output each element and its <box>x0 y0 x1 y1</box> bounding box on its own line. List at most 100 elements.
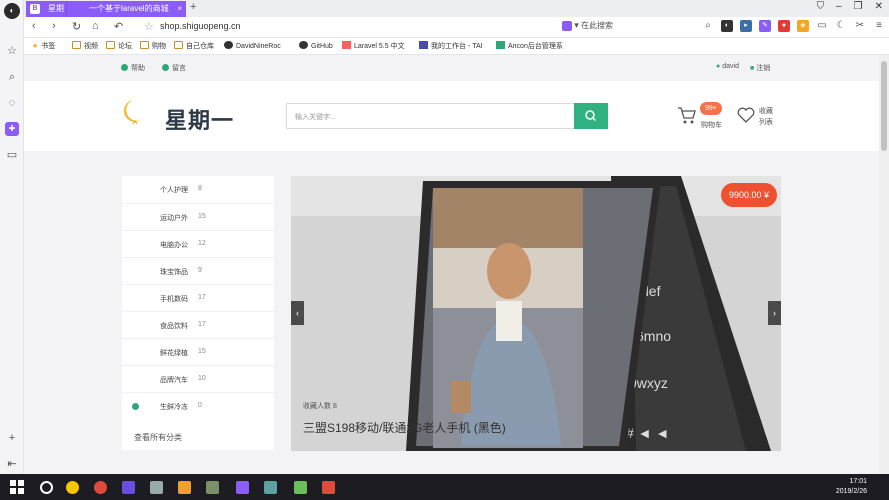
banner-product-title[interactable]: 三盟S198移动/联通2G老人手机 (黑色) <box>303 419 506 436</box>
banner-prev-button[interactable]: ‹ <box>291 301 304 325</box>
browser-search[interactable]: ▾ 在此搜索 <box>562 20 667 34</box>
category-list: 个人护理 8 运动户外 15 电脑办公 12 珠宝饰品 9 手机数码 17 食品饮料 17 … <box>122 176 274 450</box>
tab-1[interactable]: B 星期 <box>26 1 66 17</box>
close-window-icon[interactable]: ✕ <box>875 1 883 12</box>
wechat-icon[interactable] <box>150 481 163 494</box>
user-avatar[interactable]: ◐ <box>4 3 20 19</box>
close-tab-icon[interactable]: × <box>177 1 182 17</box>
back-icon[interactable]: ‹ <box>32 20 36 32</box>
all-categories-link[interactable]: 查看所有分类 <box>134 432 182 443</box>
ext-stop-icon[interactable]: ● <box>778 20 790 32</box>
cart-icon <box>678 107 696 124</box>
cart-label: 购物车 <box>701 122 722 129</box>
undo-icon[interactable]: ↶ <box>114 20 123 33</box>
app-icon[interactable] <box>264 481 277 494</box>
clock-date: 2019/2/26 <box>835 488 867 495</box>
folder-icon <box>106 41 115 49</box>
url-field[interactable]: shop.shiguopeng.cn <box>160 21 241 31</box>
star-icon[interactable]: ☆ <box>5 44 19 58</box>
extension-icon[interactable]: ✚ <box>5 122 19 136</box>
bookmark-item[interactable]: DavidNineRoc <box>224 41 281 50</box>
svg-text:# ◄ ◄: # ◄ ◄ <box>626 425 669 441</box>
chrome-icon[interactable] <box>94 481 107 494</box>
night-mode-icon[interactable]: ☾ <box>835 20 847 32</box>
windows-start-icon[interactable] <box>10 480 24 494</box>
search-button[interactable] <box>574 103 608 129</box>
cortana-icon[interactable] <box>40 481 53 494</box>
bookmark-item[interactable]: 购物 <box>140 41 166 51</box>
category-item[interactable]: 运动户外 15 <box>122 203 274 230</box>
browser-sidebar: ◐ ☆ ⌕ ◌ ✚ ▭ + ⇤ <box>0 0 24 474</box>
add-icon[interactable]: + <box>5 431 19 445</box>
reload-icon[interactable]: ↻ <box>72 20 81 33</box>
magnifier-icon[interactable]: ⌕ <box>702 20 714 32</box>
bookmark-item[interactable]: ★ 书签 <box>32 41 55 51</box>
help-icon <box>121 64 128 71</box>
browser-taskbar-icon[interactable] <box>122 481 135 494</box>
ext-arrow-icon[interactable]: ▸ <box>740 20 752 32</box>
ext-ghost-icon[interactable]: ◐ <box>721 20 733 32</box>
tab-1-label: 星期 <box>48 4 64 13</box>
product-banner[interactable]: def 6mno 9wxyz # ◄ ◄ 9900.00 ¥ ‹ › 收藏人数 … <box>291 176 781 451</box>
favorites-button[interactable]: 收藏 列表 <box>736 105 786 135</box>
logout-icon: ■ <box>750 65 755 72</box>
site-brand[interactable]: 星期一 <box>165 103 234 135</box>
category-item-active[interactable]: 生鲜冷冻 0 <box>122 392 274 419</box>
windows-taskbar: 17:01 2019/2/26 <box>0 474 889 500</box>
help-link[interactable]: 帮助 <box>121 63 145 73</box>
ext-game-icon[interactable]: ◈ <box>797 20 809 32</box>
bookmark-item[interactable]: GitHub <box>299 41 333 50</box>
app-icon[interactable] <box>294 481 307 494</box>
home-icon[interactable]: ⌂ <box>92 20 99 32</box>
app-icon[interactable] <box>322 481 335 494</box>
user-link[interactable]: ● david <box>716 63 739 70</box>
category-item[interactable]: 手机数码 17 <box>122 284 274 311</box>
scroll-thumb[interactable] <box>881 61 887 151</box>
bookmark-star-icon[interactable]: ☆ <box>144 20 154 33</box>
phpstorm-icon[interactable] <box>236 481 249 494</box>
forward-icon[interactable]: › <box>52 20 56 32</box>
minimize-icon[interactable]: – <box>836 1 842 12</box>
category-item[interactable]: 鲜花绿植 15 <box>122 338 274 365</box>
screen-icon[interactable]: ▭ <box>5 148 19 162</box>
menu-icon[interactable]: ≡ <box>873 20 885 32</box>
app-icon[interactable] <box>66 481 79 494</box>
tab-2[interactable]: 一个基于laravel的商城 × <box>66 1 186 17</box>
category-item[interactable]: 电脑办公 12 <box>122 230 274 257</box>
bookmark-item[interactable]: Ancon后台管理系 <box>496 41 563 51</box>
message-link[interactable]: 留言 <box>162 63 186 73</box>
scissors-icon[interactable]: ✂ <box>854 20 866 32</box>
bookmark-item[interactable]: 视频 <box>72 41 98 51</box>
browser-search-label: 在此搜索 <box>581 21 613 30</box>
moon-logo-icon[interactable] <box>120 98 142 128</box>
bookmark-item[interactable]: 论坛 <box>106 41 132 51</box>
clock[interactable]: 17:01 2019/2/26 <box>836 477 867 497</box>
category-item[interactable]: 个人护理 8 <box>122 176 274 203</box>
ext-purple-icon[interactable]: ✎ <box>759 20 771 32</box>
collapse-icon[interactable]: ⇤ <box>5 457 19 471</box>
folder-icon <box>140 41 149 49</box>
bookmark-item[interactable]: 自己仓库 <box>174 41 214 51</box>
window-controls: ⛉ – ❐ ✕ <box>817 1 883 12</box>
chat-icon[interactable]: ◌ <box>5 96 19 110</box>
search-engine-icon <box>562 20 572 31</box>
shirt-icon[interactable]: ⛉ <box>817 1 825 12</box>
search-input[interactable]: 输入关键字... <box>295 112 336 122</box>
logout-link[interactable]: ■ 注销 <box>750 63 770 73</box>
github-icon <box>299 41 308 49</box>
cart-button[interactable]: 99+ 购物车 <box>677 102 727 135</box>
tab-bar: B 星期 一个基于laravel的商城 × + ⛉ – ❐ ✕ <box>24 0 889 17</box>
category-item[interactable]: 品牌汽车 10 <box>122 365 274 392</box>
new-tab-icon[interactable]: + <box>190 1 196 13</box>
bookmark-icon[interactable]: ▭ <box>816 20 828 32</box>
search-icon[interactable]: ⌕ <box>5 70 19 84</box>
app-icon[interactable] <box>178 481 191 494</box>
category-item[interactable]: 食品饮料 17 <box>122 311 274 338</box>
bookmark-item[interactable]: 我的工作台 - TAI <box>419 41 483 51</box>
page-scrollbar[interactable] <box>879 55 889 474</box>
app-icon[interactable] <box>206 481 219 494</box>
bookmark-item[interactable]: Laravel 5.5 中文 <box>342 41 405 51</box>
category-item[interactable]: 珠宝饰品 9 <box>122 257 274 284</box>
banner-next-button[interactable]: › <box>768 301 781 325</box>
restore-icon[interactable]: ❐ <box>854 1 863 12</box>
